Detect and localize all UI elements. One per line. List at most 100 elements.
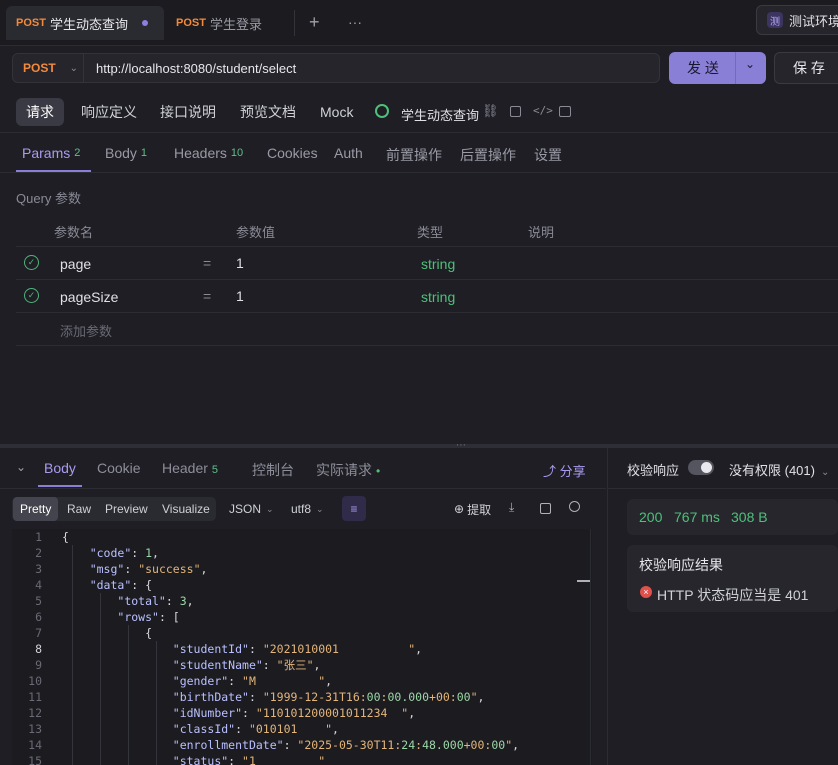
- panel-icon[interactable]: [559, 106, 571, 117]
- checkbox-checked-icon[interactable]: ✓: [24, 288, 39, 303]
- format-select[interactable]: JSON ⌄: [222, 497, 281, 521]
- view-visualize[interactable]: Visualize: [155, 497, 217, 521]
- code-text: "idNumber": "110101200001011234 ",: [172, 706, 416, 720]
- permission-label: 没有权限 (401): [729, 463, 815, 478]
- code-text: "classId": "010101 ",: [172, 722, 339, 736]
- url-input[interactable]: http://localhost:8080/student/select: [84, 53, 660, 83]
- checkbox-checked-icon[interactable]: ✓: [24, 255, 39, 270]
- code-line: 10 "gender": "M ",: [12, 673, 590, 689]
- code-line: 14 "enrollmentDate": "2025-05-30T11:24:4…: [12, 737, 590, 753]
- send-button[interactable]: 发 送 ⌄: [669, 52, 766, 84]
- ptab-badge: 2: [74, 147, 81, 159]
- code-line: 15 "status": "1 ": [12, 753, 590, 765]
- drag-handle-icon[interactable]: ⋯: [456, 440, 466, 451]
- view-preview[interactable]: Preview: [98, 497, 155, 521]
- query-section-title: Query 参数: [16, 191, 82, 206]
- ptab-params[interactable]: Params 2: [22, 145, 80, 161]
- indent-guide: [100, 593, 101, 765]
- param-name[interactable]: pageSize: [60, 289, 118, 305]
- view-raw[interactable]: Raw: [60, 497, 98, 521]
- tab-method: POST: [176, 17, 206, 29]
- indent-guide: [128, 625, 129, 765]
- code-line: 9 "studentName": "张三",: [12, 657, 590, 673]
- send-label: 发 送: [687, 60, 719, 76]
- tab-student-query[interactable]: POST 学生动态查询: [6, 6, 164, 40]
- unsaved-dot-icon: [141, 20, 148, 26]
- validation-toggle[interactable]: [688, 460, 714, 475]
- share-button[interactable]: ⤴ 分享: [543, 461, 586, 480]
- param-type[interactable]: string: [421, 289, 455, 305]
- subtab-mock[interactable]: Mock: [310, 98, 363, 126]
- extract-button[interactable]: ⊕ 提取: [447, 497, 498, 521]
- line-number: 12: [28, 706, 42, 720]
- code-line: 3 "msg": "success",: [12, 561, 590, 577]
- code-line: 4 "data": {: [12, 577, 590, 593]
- tab-student-login[interactable]: POST 学生登录: [166, 6, 290, 40]
- subtab-request[interactable]: 请求: [16, 98, 64, 126]
- wrap-icon[interactable]: ≡: [342, 496, 366, 521]
- response-code-view[interactable]: 1{2 "code": 1, 3 "msg": "success", 4 "data…: [12, 529, 592, 765]
- line-number: 5: [35, 594, 42, 608]
- status-dot-icon: •: [376, 464, 381, 478]
- param-value[interactable]: 1: [236, 255, 244, 271]
- copy-icon[interactable]: [540, 503, 551, 514]
- code-text: "enrollmentDate": "2025-05-30T11:24:48.0…: [172, 738, 520, 752]
- permission-select[interactable]: 没有权限 (401) ⌄: [729, 460, 829, 479]
- link-icon[interactable]: ⛓: [482, 103, 499, 119]
- copy-icon[interactable]: [510, 106, 521, 117]
- add-tab-icon[interactable]: +: [309, 12, 320, 33]
- code-line: 1{: [12, 529, 590, 545]
- ptab-pre-ops[interactable]: 前置操作: [386, 145, 442, 165]
- code-line: 8 "studentId": "2021010001 ",: [12, 641, 590, 657]
- resp-tab-header[interactable]: Header 5: [162, 460, 218, 476]
- response-time: 767 ms: [674, 509, 720, 525]
- globe-icon: [375, 104, 389, 118]
- method-select[interactable]: POST ⌄: [12, 53, 84, 83]
- add-param-input[interactable]: 添加参数: [60, 321, 112, 340]
- resp-tab-body[interactable]: Body: [44, 460, 76, 476]
- code-text: "msg": "success",: [89, 562, 208, 576]
- ptab-settings[interactable]: 设置: [534, 145, 562, 165]
- environment-selector[interactable]: 测 测试环境: [756, 5, 838, 35]
- subtab-response-def[interactable]: 响应定义: [71, 98, 147, 126]
- line-number: 14: [28, 738, 42, 752]
- code-text: "rows": [: [117, 610, 180, 624]
- scrollbar-thumb[interactable]: [577, 580, 590, 582]
- param-type[interactable]: string: [421, 256, 455, 272]
- status-code: 200: [639, 509, 663, 525]
- ptab-label: Body: [105, 145, 137, 161]
- ptab-badge: 1: [140, 147, 148, 159]
- ptab-body[interactable]: Body 1: [105, 145, 147, 161]
- line-number: 13: [28, 722, 42, 736]
- encoding-select[interactable]: utf8 ⌄: [284, 497, 331, 521]
- search-icon[interactable]: [569, 501, 580, 512]
- line-number: 4: [35, 578, 42, 592]
- subtab-preview-doc[interactable]: 预览文档: [230, 98, 306, 126]
- code-text: "code": 1,: [89, 546, 159, 560]
- chevron-down-icon[interactable]: ⌄: [745, 57, 755, 71]
- toggle-knob: [701, 462, 712, 473]
- code-icon[interactable]: </>: [533, 104, 553, 117]
- subtab-api-doc[interactable]: 接口说明: [150, 98, 226, 126]
- ptab-post-ops[interactable]: 后置操作: [460, 145, 516, 165]
- resp-tab-console[interactable]: 控制台: [252, 460, 294, 480]
- extract-icon: ⊕: [454, 502, 465, 516]
- param-name[interactable]: page: [60, 256, 91, 272]
- divider: [607, 488, 838, 489]
- param-value[interactable]: 1: [236, 288, 244, 304]
- resp-tab-cookie[interactable]: Cookie: [97, 460, 141, 476]
- view-pretty[interactable]: Pretty: [13, 497, 59, 521]
- ptab-cookies[interactable]: Cookies: [267, 145, 318, 161]
- ptab-auth[interactable]: Auth: [334, 145, 363, 161]
- more-icon[interactable]: ···: [348, 14, 362, 30]
- collapse-icon[interactable]: ⌄: [16, 460, 26, 474]
- resp-tab-actual-request[interactable]: 实际请求 •: [316, 460, 380, 480]
- download-icon[interactable]: ⤓: [509, 500, 514, 515]
- ptab-headers[interactable]: Headers 10: [174, 145, 243, 161]
- line-number: 1: [35, 530, 42, 544]
- row-divider: [16, 246, 838, 247]
- param-eq: =: [203, 255, 212, 271]
- save-button[interactable]: 保 存: [774, 52, 838, 84]
- tab-method: POST: [16, 17, 46, 29]
- code-text: "status": "1 ": [172, 754, 326, 765]
